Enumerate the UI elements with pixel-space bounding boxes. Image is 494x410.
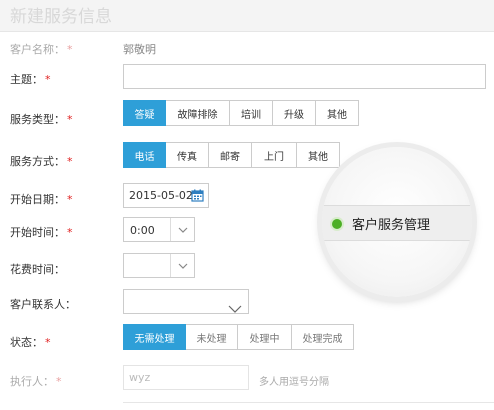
start-time-label: 开始时间： *	[10, 226, 73, 239]
page-title: 新建服务信息	[10, 7, 112, 27]
start-time-select[interactable]: 0:00	[123, 217, 195, 242]
service-method-option-fax[interactable]: 传真	[166, 142, 209, 168]
service-type-label: 服务类型： *	[10, 113, 73, 126]
chevron-down-icon[interactable]	[228, 298, 242, 317]
calendar-icon[interactable]	[191, 189, 204, 202]
subject-input[interactable]	[123, 64, 486, 89]
customer-label: 客户名称： *	[10, 43, 73, 56]
service-type-option-other[interactable]: 其他	[316, 100, 359, 126]
spent-time-label: 花费时间：	[10, 263, 65, 276]
chevron-down-icon[interactable]	[170, 254, 194, 277]
contact-label: 客户联系人：	[10, 298, 76, 311]
executor-input[interactable]: wyz	[123, 365, 249, 390]
status-option-completed[interactable]: 处理完成	[292, 324, 354, 350]
status-dot-icon	[332, 219, 342, 229]
form-header: 新建服务信息	[0, 0, 494, 32]
executor-hint: 多人用逗号分隔	[259, 377, 329, 388]
service-method-option-mail[interactable]: 邮寄	[209, 142, 252, 168]
status-label: 状态： *	[10, 336, 51, 349]
subject-label: 主题： *	[10, 73, 51, 86]
service-method-option-onsite[interactable]: 上门	[252, 142, 297, 168]
executor-label: 执行人： *	[10, 375, 62, 388]
service-method-option-phone[interactable]: 电话	[123, 142, 166, 168]
spent-time-select[interactable]	[123, 253, 195, 278]
service-method-option-other[interactable]: 其他	[297, 142, 340, 168]
status-option-processing[interactable]: 处理中	[238, 324, 292, 350]
magnifier-menu-label[interactable]: 客户服务管理	[352, 214, 430, 233]
service-type-option-troubleshoot[interactable]: 故障排除	[166, 100, 230, 126]
contact-select[interactable]	[123, 289, 249, 314]
start-date-value: 2015-05-02	[129, 189, 193, 202]
status-option-no-action[interactable]: 无需处理	[123, 324, 186, 350]
status-group: 无需处理 未处理 处理中 处理完成	[123, 324, 354, 350]
customer-name-value: 郭敬明	[123, 43, 156, 56]
start-time-value: 0:00	[130, 224, 155, 237]
start-date-input[interactable]: 2015-05-02	[123, 183, 209, 208]
chevron-down-icon[interactable]	[170, 218, 194, 241]
service-type-group: 答疑 故障排除 培训 升级 其他	[123, 100, 359, 126]
magnifier-overlay: 客户服务管理	[322, 147, 472, 297]
service-method-group: 电话 传真 邮寄 上门 其他	[123, 142, 340, 168]
service-type-option-qa[interactable]: 答疑	[123, 100, 166, 126]
status-option-unprocessed[interactable]: 未处理	[186, 324, 238, 350]
service-type-option-upgrade[interactable]: 升级	[273, 100, 316, 126]
service-method-label: 服务方式： *	[10, 155, 73, 168]
start-date-label: 开始日期： *	[10, 193, 73, 206]
divider	[123, 402, 494, 403]
service-type-option-training[interactable]: 培训	[230, 100, 273, 126]
service-form-page: 新建服务信息 客户名称： * 郭敬明 主题： * 服务类型： * 答疑 故障排除 培训…	[0, 0, 494, 410]
